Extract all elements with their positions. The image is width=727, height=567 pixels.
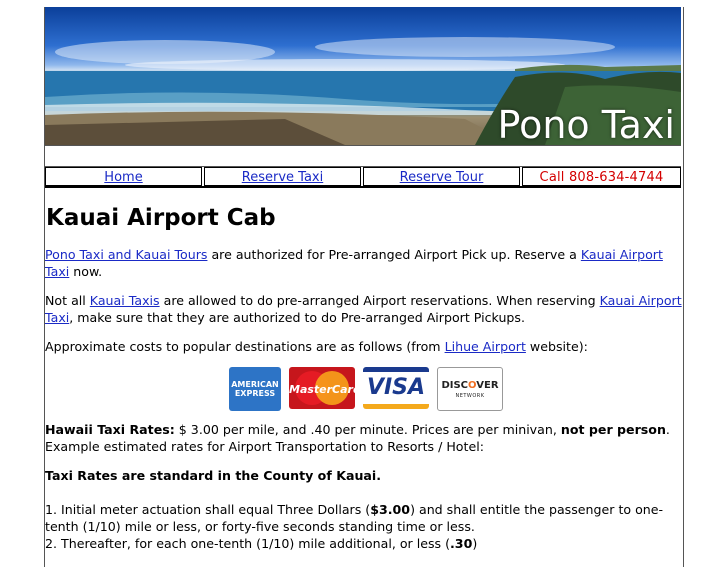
visa-card-icon: VISA: [363, 367, 429, 409]
kauai-taxis-link[interactable]: Kauai Taxis: [90, 293, 160, 308]
page-container: Pono Taxi Home Reserve Taxi Reserve Tour…: [44, 7, 684, 567]
phone-number: Call 808-634-4744: [522, 167, 681, 186]
discover-card-icon: DISCOVER NETWORK: [437, 367, 503, 411]
rates-paragraph: Hawaii Taxi Rates: $ 3.00 per mile, and …: [45, 422, 670, 454]
page-title: Kauai Airport Cab: [46, 205, 276, 231]
lihue-airport-link[interactable]: Lihue Airport: [445, 339, 526, 354]
rate-rule-2: 2. Thereafter, for each one-tenth (1/10)…: [45, 536, 478, 551]
authorization-paragraph: Not all Kauai Taxis are allowed to do pr…: [45, 293, 682, 325]
header-banner: Pono Taxi: [45, 7, 681, 145]
nav-home-link[interactable]: Home: [45, 167, 202, 186]
costs-paragraph: Approximate costs to popular destination…: [45, 339, 588, 354]
standard-rates-paragraph: Taxi Rates are standard in the County of…: [45, 468, 382, 483]
mastercard-card-icon: MasterCard: [289, 367, 355, 409]
main-content: Kauai Airport Cab Pono Taxi and Kauai To…: [45, 205, 683, 552]
pono-taxi-link[interactable]: Pono Taxi and Kauai Tours: [45, 247, 207, 262]
rate-rule-1: 1. Initial meter actuation shall equal T…: [45, 502, 664, 534]
payment-cards: AMERICAN EXPRESS MasterCard VISA DISCOVE…: [45, 367, 683, 411]
intro-paragraph: Pono Taxi and Kauai Tours are authorized…: [45, 247, 663, 279]
nav-reserve-tour-link[interactable]: Reserve Tour: [363, 167, 520, 186]
amex-card-icon: AMERICAN EXPRESS: [229, 367, 281, 411]
nav-reserve-taxi-link[interactable]: Reserve Taxi: [204, 167, 361, 186]
spacer-bar: [45, 145, 681, 167]
site-title: Pono Taxi: [497, 103, 675, 145]
main-nav: Home Reserve Taxi Reserve Tour Call 808-…: [45, 167, 681, 188]
